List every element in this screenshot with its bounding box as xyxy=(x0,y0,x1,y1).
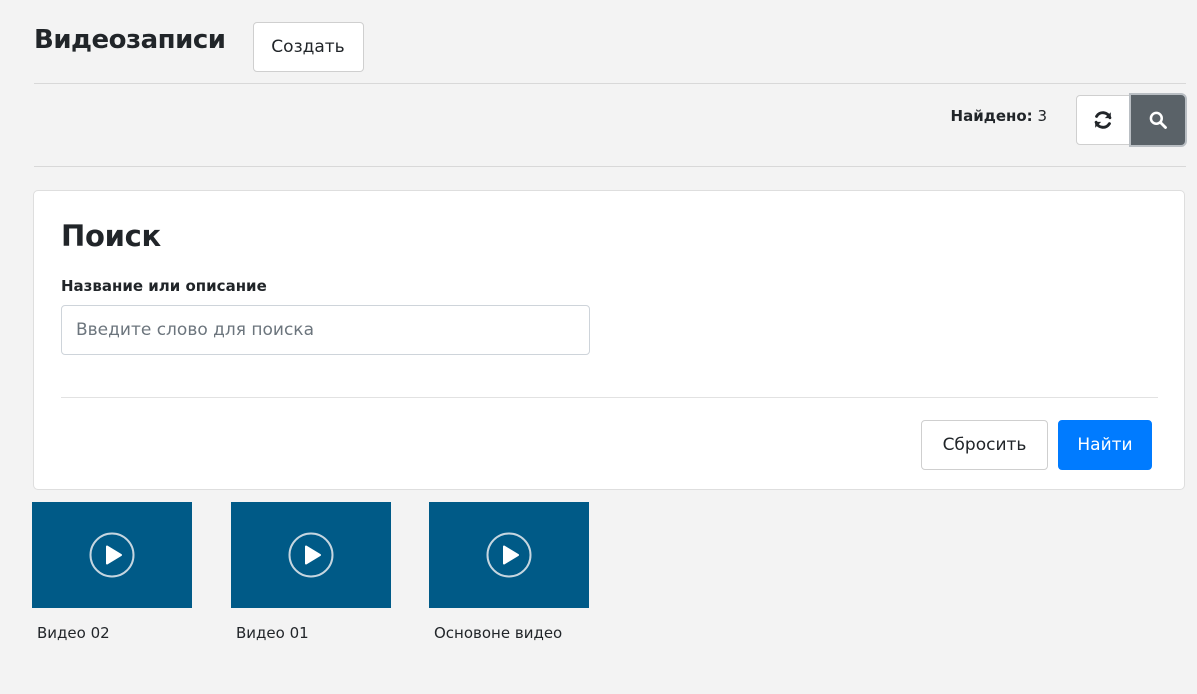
reset-button[interactable]: Сбросить xyxy=(921,420,1048,470)
page-title: Видеозаписи xyxy=(34,25,226,55)
search-panel-divider xyxy=(61,397,1158,398)
video-item[interactable]: Основоне видео xyxy=(429,502,589,642)
page: Видеозаписи Создать Найдено: 3 Поиск Наз… xyxy=(0,0,1197,694)
search-input[interactable] xyxy=(61,305,590,355)
video-item[interactable]: Видео 02 xyxy=(32,502,192,642)
header-divider xyxy=(34,83,1186,84)
toolbar-divider xyxy=(34,166,1186,167)
play-icon xyxy=(288,532,334,578)
found-label: Найдено: xyxy=(950,107,1033,125)
video-title[interactable]: Видео 01 xyxy=(231,624,391,642)
search-icon xyxy=(1149,111,1167,129)
search-toggle-button[interactable] xyxy=(1129,93,1187,147)
create-button[interactable]: Создать xyxy=(252,22,364,72)
page-header: Видеозаписи Создать xyxy=(34,22,364,74)
refresh-button[interactable] xyxy=(1076,95,1130,145)
video-title[interactable]: Видео 02 xyxy=(32,624,192,642)
found-count: Найдено: 3 xyxy=(951,107,1047,125)
video-title[interactable]: Основоне видео xyxy=(429,624,589,642)
search-title: Поиск xyxy=(61,219,161,253)
refresh-icon xyxy=(1094,111,1112,129)
video-item[interactable]: Видео 01 xyxy=(231,502,391,642)
search-field-label: Название или описание xyxy=(61,277,267,295)
play-icon xyxy=(486,532,532,578)
find-button[interactable]: Найти xyxy=(1058,420,1152,470)
play-icon xyxy=(89,532,135,578)
video-thumbnail[interactable] xyxy=(429,502,589,608)
search-panel: Поиск Название или описание Сбросить Най… xyxy=(33,190,1185,490)
video-thumbnail[interactable] xyxy=(32,502,192,608)
video-thumbnail[interactable] xyxy=(231,502,391,608)
found-value: 3 xyxy=(1037,107,1047,125)
